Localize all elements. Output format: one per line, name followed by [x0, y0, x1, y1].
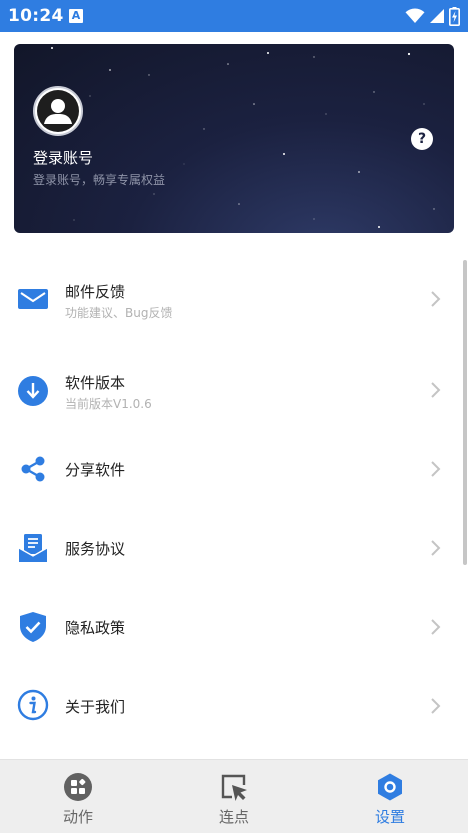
- click-point-icon: [221, 774, 247, 801]
- wifi-icon: [405, 8, 425, 23]
- help-button[interactable]: ?: [411, 128, 433, 150]
- nav-label: 设置: [374, 808, 405, 826]
- agreement-icon: [18, 534, 48, 562]
- nav-item-actions[interactable]: 动作: [0, 760, 156, 833]
- status-icons: [405, 6, 460, 26]
- chevron-right-icon: [431, 382, 441, 398]
- chevron-right-icon: [431, 540, 441, 556]
- menu-item-privacy[interactable]: 隐私政策: [0, 588, 468, 666]
- status-bar: 10:24 A: [0, 0, 468, 32]
- menu-title: 软件版本: [65, 374, 126, 392]
- account-card[interactable]: 登录账号 登录账号，畅享专属权益 ?: [14, 44, 454, 233]
- shield-check-icon: [20, 612, 46, 642]
- menu-subtitle: 功能建议、Bug反馈: [65, 306, 173, 320]
- scrollbar[interactable]: [463, 260, 467, 565]
- actions-icon: [64, 773, 92, 801]
- menu-item-version[interactable]: 软件版本 当前版本V1.0.6: [0, 351, 468, 429]
- share-icon: [21, 456, 45, 482]
- login-title[interactable]: 登录账号: [33, 147, 93, 168]
- menu-title: 隐私政策: [65, 619, 126, 637]
- menu-item-service-agreement[interactable]: 服务协议: [0, 509, 468, 587]
- download-circle-icon: [18, 376, 48, 406]
- info-icon: [17, 689, 49, 721]
- menu-item-share[interactable]: 分享软件: [0, 430, 468, 508]
- menu-subtitle: 当前版本V1.0.6: [65, 397, 152, 411]
- battery-charging-icon: [449, 6, 460, 26]
- chevron-right-icon: [431, 619, 441, 635]
- login-subtitle: 登录账号，畅享专属权益: [33, 173, 166, 187]
- chevron-right-icon: [431, 698, 441, 714]
- menu-title: 服务协议: [65, 540, 126, 558]
- status-time: 10:24: [8, 6, 64, 26]
- settings-page: 10:24 A 登录账号 登录账号，畅享专属权益 ? 邮件反馈 功能建议、Bug…: [0, 0, 468, 833]
- bottom-nav: 动作 连点 设置: [0, 759, 468, 833]
- menu-title: 邮件反馈: [65, 283, 126, 301]
- signal-icon: [430, 9, 444, 23]
- starfield-background: [51, 47, 435, 228]
- nav-item-clicks[interactable]: 连点: [156, 760, 312, 833]
- user-avatar-icon: [37, 90, 79, 132]
- avatar[interactable]: [33, 86, 83, 136]
- menu-title: 关于我们: [65, 698, 126, 716]
- nav-label: 动作: [62, 808, 93, 826]
- notification-a-icon: A: [69, 9, 83, 23]
- mail-icon: [18, 289, 48, 309]
- menu-item-feedback[interactable]: 邮件反馈 功能建议、Bug反馈: [0, 260, 468, 338]
- menu-item-about[interactable]: 关于我们: [0, 667, 468, 745]
- menu-title: 分享软件: [65, 461, 126, 479]
- settings-hex-icon: [378, 773, 402, 801]
- nav-label: 连点: [218, 808, 249, 826]
- chevron-right-icon: [431, 291, 441, 307]
- nav-item-settings[interactable]: 设置: [312, 760, 468, 833]
- chevron-right-icon: [431, 461, 441, 477]
